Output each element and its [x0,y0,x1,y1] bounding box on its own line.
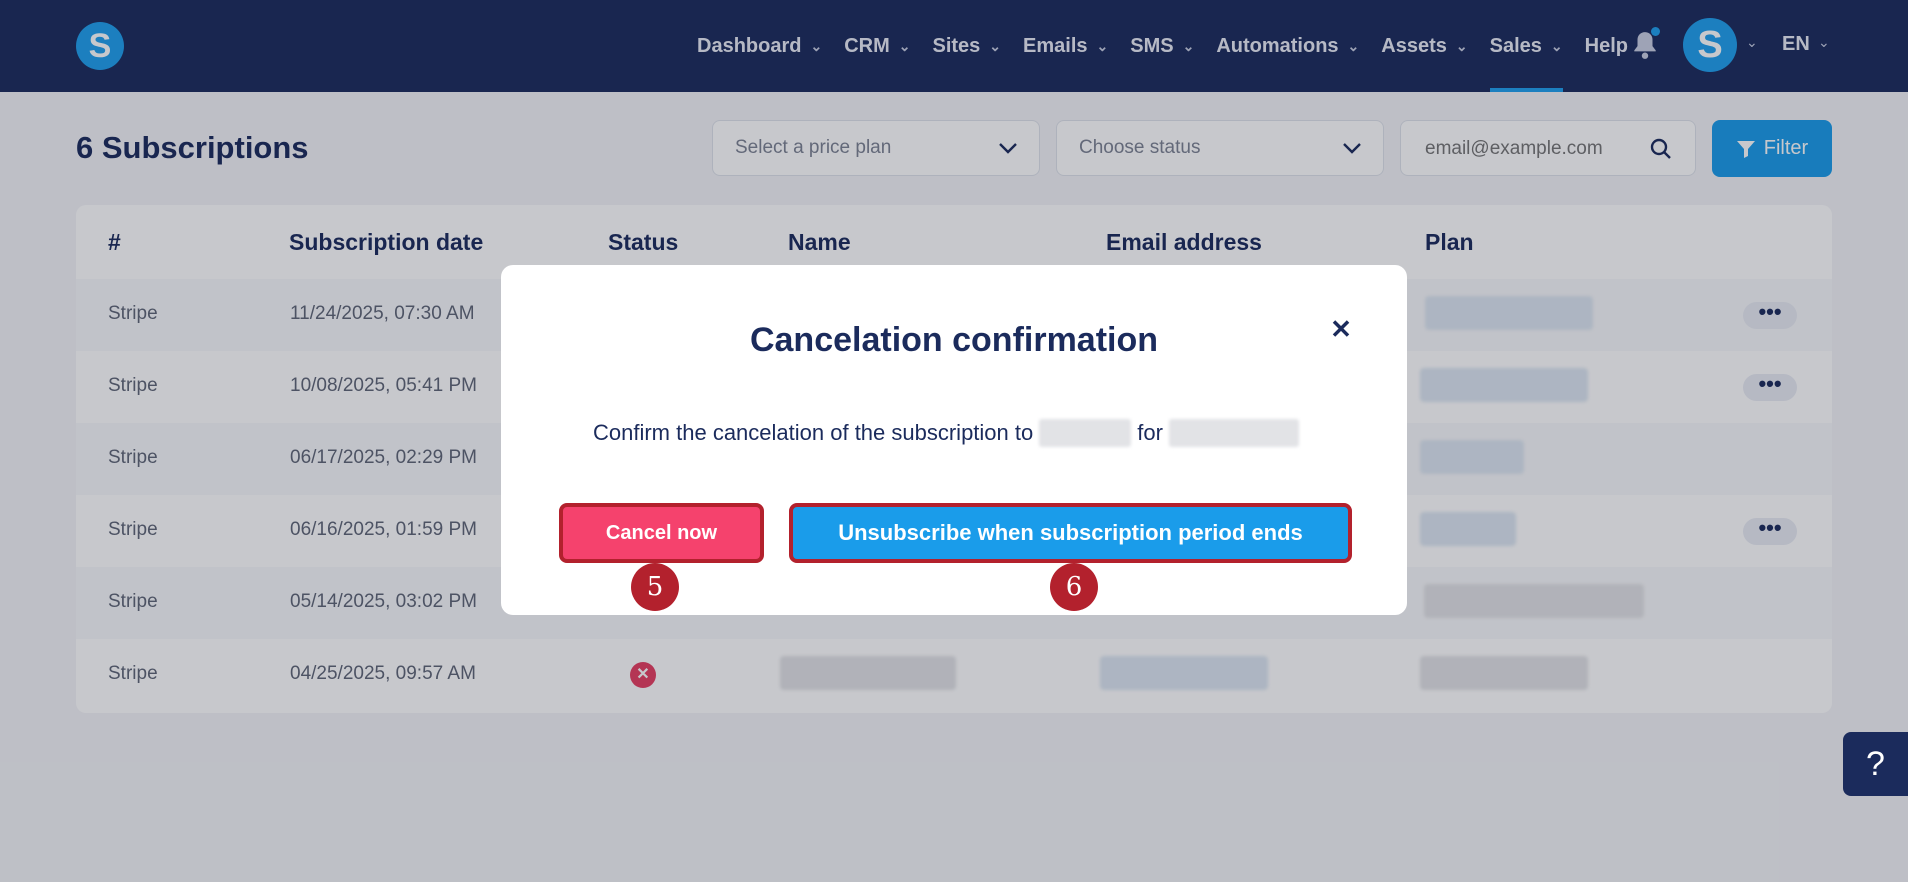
dialog-title: Cancelation confirmation [749,321,1159,359]
close-icon[interactable]: ✕ [1327,315,1355,343]
cancelation-dialog: Cancelation confirmation ✕ Confirm the c… [501,265,1407,615]
dialog-message: Confirm the cancelation of the subscript… [593,419,1305,447]
redacted-name [1168,419,1299,447]
unsubscribe-at-period-end-button[interactable]: Unsubscribe when subscription period end… [789,503,1352,563]
message-middle: for [1137,420,1163,445]
message-prefix: Confirm the cancelation of the subscript… [593,420,1034,445]
cancel-now-button[interactable]: Cancel now [559,503,764,563]
help-button[interactable]: ? [1843,732,1908,796]
step-marker: 5 [631,563,679,611]
redacted-plan [1039,419,1132,447]
step-marker: 6 [1050,563,1098,611]
